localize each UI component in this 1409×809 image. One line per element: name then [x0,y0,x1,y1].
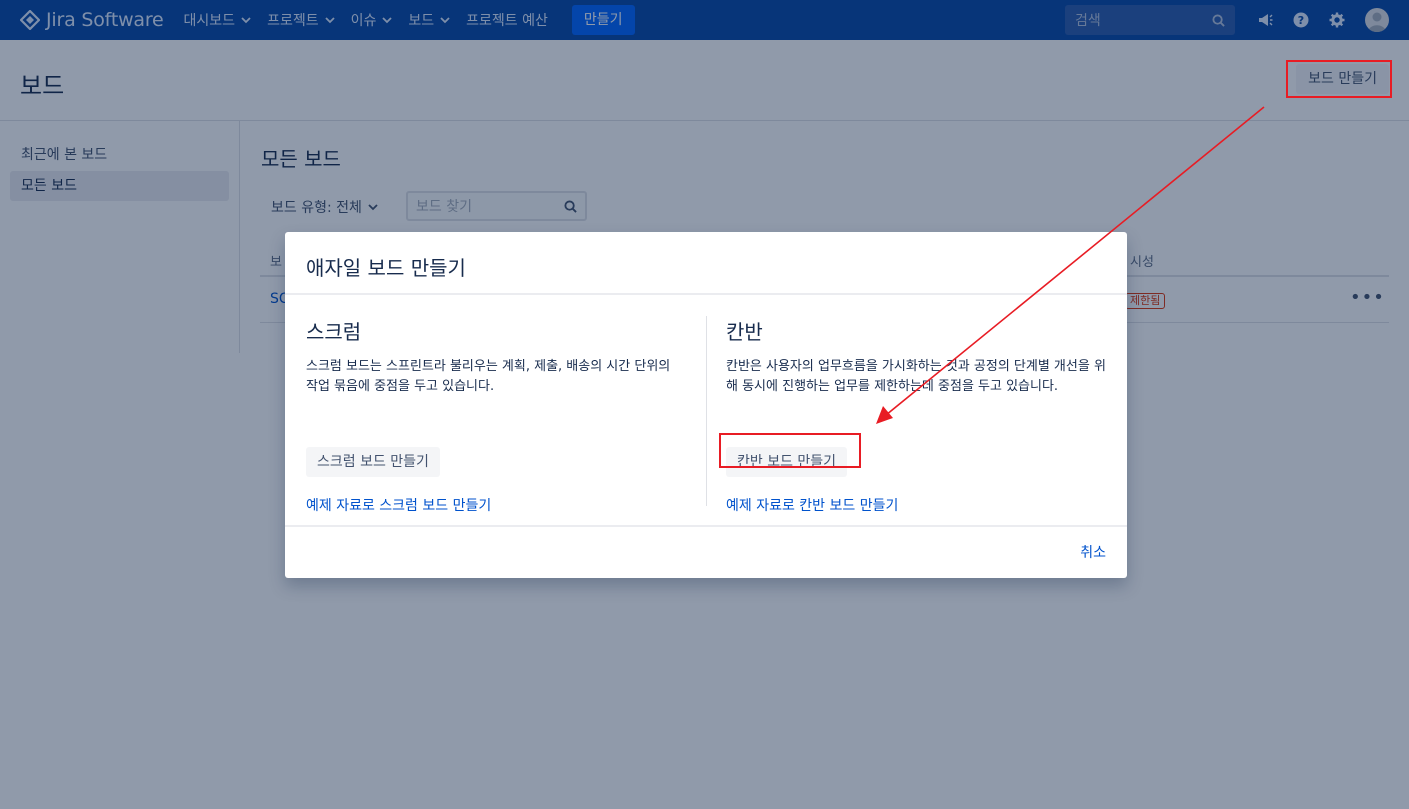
highlight-create-board-box [1286,60,1392,98]
kanban-title: 칸반 [726,320,763,344]
divider [285,293,1127,295]
scrum-title: 스크럼 [306,320,362,344]
create-scrum-board-button[interactable]: 스크럼 보드 만들기 [306,447,440,477]
create-agile-board-dialog: 애자일 보드 만들기 스크럼 스크럼 보드는 스프린트라 불리우는 계획, 제출… [285,232,1127,578]
scrum-option: 스크럼 스크럼 보드는 스프린트라 불리우는 계획, 제출, 배송의 시간 단위… [306,316,686,515]
scrum-description: 스크럼 보드는 스프린트라 불리우는 계획, 제출, 배송의 시간 단위의 작업… [306,359,671,394]
column-divider [706,316,707,506]
divider [285,525,1127,527]
cancel-link[interactable]: 취소 [1080,542,1106,562]
kanban-option: 칸반 칸반은 사용자의 업무흐름을 가시화하는 것과 공정의 단계별 개선을 위… [726,316,1106,515]
create-kanban-sample-link[interactable]: 예제 자료로 칸반 보드 만들기 [726,495,1106,515]
dialog-title: 애자일 보드 만들기 [306,256,466,280]
create-scrum-sample-link[interactable]: 예제 자료로 스크럼 보드 만들기 [306,495,686,515]
highlight-kanban-button-box [719,433,861,468]
